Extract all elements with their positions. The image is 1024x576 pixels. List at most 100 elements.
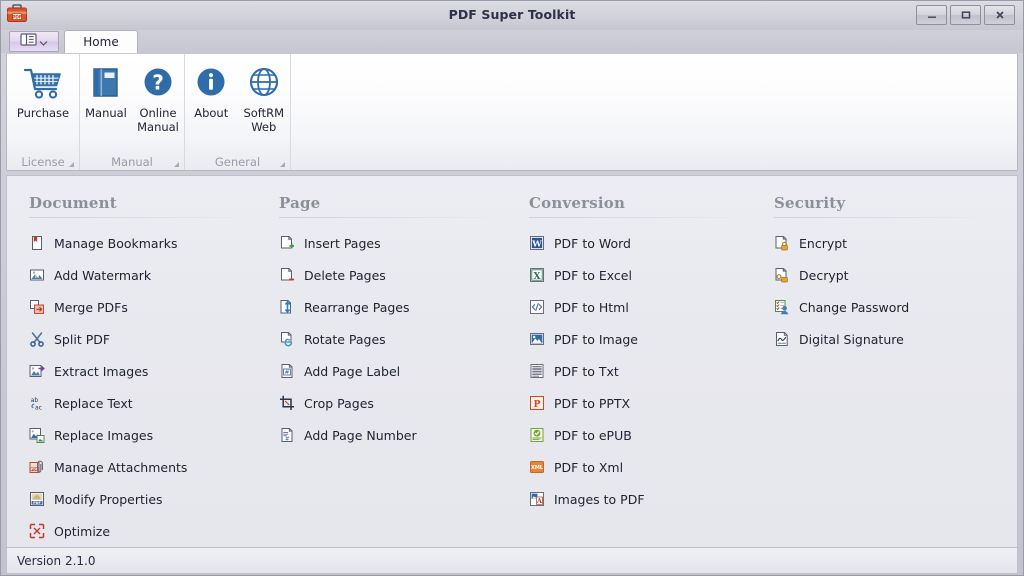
watermark-icon: W	[29, 267, 45, 283]
svg-text:W: W	[35, 274, 40, 280]
dialog-launcher-general-icon[interactable]	[280, 162, 285, 167]
manual-button[interactable]: Manual	[80, 59, 132, 120]
ribbon-group-footer-manual: Manual	[80, 154, 184, 170]
insert-page-icon	[279, 235, 295, 251]
item-manage-attachments[interactable]: PDF Manage Attachments	[29, 451, 257, 483]
item-label: Extract Images	[54, 364, 148, 379]
item-encrypt[interactable]: Encrypt	[774, 227, 997, 259]
item-rearrange-pages[interactable]: Rearrange Pages	[279, 291, 507, 323]
powerpoint-icon: P	[529, 395, 545, 411]
minimize-button[interactable]	[916, 5, 947, 25]
column-conversion: Conversion W PDF to Word X	[507, 194, 752, 547]
ribbon: Purchase License	[6, 53, 1018, 171]
html-code-icon	[529, 299, 545, 315]
delete-page-icon	[279, 267, 295, 283]
bookmark-page-icon	[29, 235, 45, 251]
column-rule-security	[774, 217, 977, 218]
item-change-password[interactable]: Change Password	[774, 291, 997, 323]
quick-access-toolbar-button[interactable]	[9, 31, 59, 52]
page-number-icon: #	[279, 427, 295, 443]
close-button[interactable]	[984, 5, 1015, 25]
merge-icon	[29, 299, 45, 315]
item-label: PDF to Word	[554, 236, 631, 251]
image-icon	[529, 331, 545, 347]
item-merge-pdfs[interactable]: Merge PDFs	[29, 291, 257, 323]
item-add-page-label[interactable]: # Add Page Label	[279, 355, 507, 387]
item-extract-images[interactable]: Extract Images	[29, 355, 257, 387]
column-rule-document	[29, 217, 237, 218]
ribbon-group-footer-license: License	[7, 154, 79, 170]
item-replace-text[interactable]: ab ac Replace Text	[29, 387, 257, 419]
online-manual-button[interactable]: ? Online Manual	[132, 59, 184, 134]
item-label: Rotate Pages	[304, 332, 386, 347]
svg-text:A: A	[536, 497, 543, 505]
item-label: Delete Pages	[304, 268, 386, 283]
item-pdf-to-txt[interactable]: PDF to Txt	[529, 355, 752, 387]
item-insert-pages[interactable]: Insert Pages	[279, 227, 507, 259]
item-digital-signature[interactable]: Digital Signature	[774, 323, 997, 355]
item-replace-images[interactable]: Replace Images	[29, 419, 257, 451]
svg-text:X: X	[534, 272, 541, 282]
item-decrypt[interactable]: Decrypt	[774, 259, 997, 291]
about-label: About	[194, 106, 228, 120]
item-pdf-to-word[interactable]: W PDF to Word	[529, 227, 752, 259]
item-label: PDF to Xml	[554, 460, 623, 475]
column-title-document: Document	[29, 194, 257, 217]
item-crop-pages[interactable]: Crop Pages	[279, 387, 507, 419]
item-label: Add Page Number	[304, 428, 417, 443]
purchase-button[interactable]: Purchase	[7, 59, 79, 120]
item-pdf-to-excel[interactable]: X PDF to Excel	[529, 259, 752, 291]
softrm-web-button[interactable]: SoftRM Web	[238, 59, 291, 134]
item-pdf-to-image[interactable]: PDF to Image	[529, 323, 752, 355]
ribbon-group-label-general: General	[215, 155, 260, 169]
ribbon-group-label-license: License	[21, 155, 64, 169]
ribbon-group-label-manual: Manual	[111, 155, 153, 169]
extract-images-icon	[29, 363, 45, 379]
item-label: PDF to Image	[554, 332, 638, 347]
item-split-pdf[interactable]: Split PDF	[29, 323, 257, 355]
about-button[interactable]: About	[185, 59, 238, 120]
item-optimize[interactable]: Optimize	[29, 515, 257, 547]
manual-label: Manual	[85, 106, 127, 120]
item-rotate-pages[interactable]: Rotate Pages	[279, 323, 507, 355]
xml-icon: XML	[529, 459, 545, 475]
optimize-icon	[29, 523, 45, 539]
dialog-launcher-manual-icon[interactable]	[174, 162, 179, 167]
online-manual-label-line2: Manual	[137, 120, 179, 134]
column-page: Page Insert Pages	[257, 194, 507, 547]
svg-text:XML: XML	[531, 465, 544, 471]
tab-home[interactable]: Home	[64, 30, 138, 53]
replace-text-icon: ab ac	[29, 395, 45, 411]
unlock-page-icon	[774, 267, 790, 283]
status-bar: Version 2.1.0	[6, 547, 1018, 574]
rotate-page-icon	[279, 331, 295, 347]
column-title-conversion: Conversion	[529, 194, 752, 217]
item-pdf-to-xml[interactable]: XML PDF to Xml	[529, 451, 752, 483]
item-label: Modify Properties	[54, 492, 163, 507]
page-label-icon: #	[279, 363, 295, 379]
dialog-launcher-license-icon[interactable]	[69, 162, 74, 167]
ribbon-group-footer-general: General	[185, 154, 290, 170]
column-title-page: Page	[279, 194, 507, 217]
properties-icon: PDF	[29, 491, 45, 507]
item-pdf-to-epub[interactable]: PDF to ePUB	[529, 419, 752, 451]
maximize-button[interactable]	[950, 5, 981, 25]
item-delete-pages[interactable]: Delete Pages	[279, 259, 507, 291]
softrm-web-label-line2: Web	[251, 120, 276, 134]
column-security: Security Encrypt	[752, 194, 997, 547]
item-add-page-number[interactable]: # Add Page Number	[279, 419, 507, 451]
item-pdf-to-pptx[interactable]: P PDF to PPTX	[529, 387, 752, 419]
svg-text:#: #	[285, 437, 290, 443]
item-label: PDF to ePUB	[554, 428, 632, 443]
rearrange-pages-icon	[279, 299, 295, 315]
item-label: Encrypt	[799, 236, 847, 251]
main-content: Document Manage Bookmarks	[6, 175, 1018, 547]
item-add-watermark[interactable]: W Add Watermark	[29, 259, 257, 291]
item-pdf-to-html[interactable]: PDF to Html	[529, 291, 752, 323]
item-label: PDF to Txt	[554, 364, 619, 379]
word-icon: W	[529, 235, 545, 251]
item-images-to-pdf[interactable]: A Images to PDF	[529, 483, 752, 515]
lock-page-icon	[774, 235, 790, 251]
item-modify-properties[interactable]: PDF Modify Properties	[29, 483, 257, 515]
item-manage-bookmarks[interactable]: Manage Bookmarks	[29, 227, 257, 259]
